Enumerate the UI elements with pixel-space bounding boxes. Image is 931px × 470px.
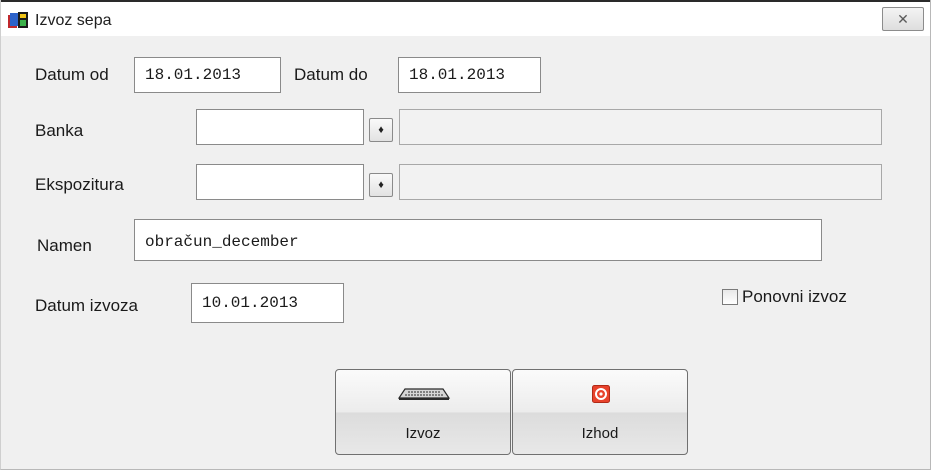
lookup-icon: ♦ xyxy=(378,179,384,191)
banka-label: Banka xyxy=(35,121,84,140)
exit-icon xyxy=(592,385,610,408)
ekspozitura-label: Ekspozitura xyxy=(35,175,124,194)
lookup-icon: ♦ xyxy=(378,124,384,136)
ponovni-izvoz-checkbox[interactable] xyxy=(722,289,738,305)
export-button[interactable]: Izvoz xyxy=(335,369,511,455)
ponovni-izvoz-label: Ponovni izvoz xyxy=(742,287,847,306)
namen-input[interactable]: obračun_december xyxy=(134,219,822,261)
ekspozitura-description-field xyxy=(399,164,882,200)
app-icon xyxy=(7,11,29,29)
ekspozitura-lookup-button[interactable]: ♦ xyxy=(369,173,393,197)
exit-button-label: Izhod xyxy=(581,425,619,442)
namen-label: Namen xyxy=(37,236,92,255)
banka-input[interactable] xyxy=(196,109,364,145)
export-icon xyxy=(397,387,451,406)
exit-button[interactable]: Izhod xyxy=(512,369,688,455)
banka-lookup-button[interactable]: ♦ xyxy=(369,118,393,142)
datum-izvoza-input[interactable]: 10.01.2013 xyxy=(191,283,344,323)
datum-od-label: Datum od xyxy=(35,65,109,84)
datum-do-label: Datum do xyxy=(294,65,368,84)
datum-do-input[interactable]: 18.01.2013 xyxy=(398,57,541,93)
datum-izvoza-label: Datum izvoza xyxy=(35,296,138,315)
banka-description-field xyxy=(399,109,882,145)
export-sepa-dialog: Izvoz sepa ✕ Datum od 18.01.2013 Datum d… xyxy=(0,0,931,470)
ekspozitura-input[interactable] xyxy=(196,164,364,200)
close-button[interactable]: ✕ xyxy=(882,7,924,31)
title-bar: Izvoz sepa ✕ xyxy=(1,0,930,36)
export-button-label: Izvoz xyxy=(405,425,441,442)
window-title: Izvoz sepa xyxy=(35,12,112,29)
close-icon: ✕ xyxy=(897,11,909,27)
datum-od-input[interactable]: 18.01.2013 xyxy=(134,57,281,93)
